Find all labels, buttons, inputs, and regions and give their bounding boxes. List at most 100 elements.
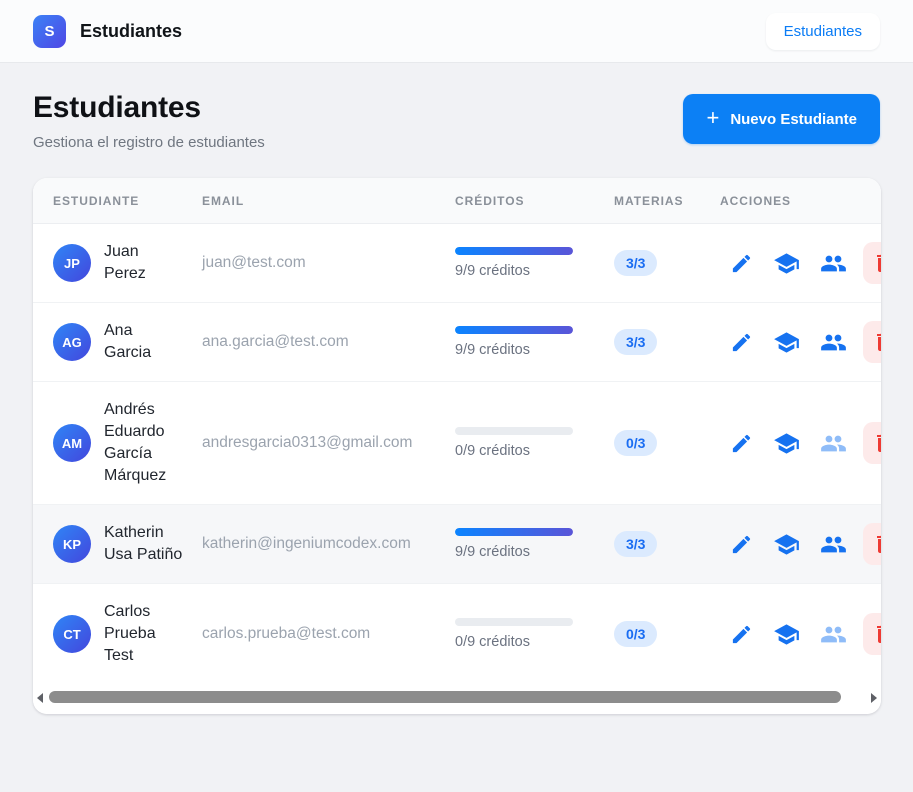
- app-title: Estudiantes: [80, 21, 182, 42]
- column-header-materias: MATERIAS: [614, 178, 720, 224]
- student-cell: KP Katherin Usa Patiño: [53, 522, 194, 566]
- graduation-cap-icon: [773, 329, 800, 356]
- actions-cell: [720, 242, 881, 284]
- scrollbar-thumb[interactable]: [49, 691, 841, 703]
- new-student-button-label: Nuevo Estudiante: [730, 111, 857, 128]
- pencil-icon: [730, 623, 753, 646]
- actions-cell: [720, 613, 881, 655]
- scroll-left-arrow[interactable]: [36, 692, 46, 702]
- delete-button[interactable]: [863, 242, 881, 284]
- delete-button[interactable]: [863, 523, 881, 565]
- avatar: CT: [53, 615, 91, 653]
- avatar: AM: [53, 424, 91, 462]
- table-row: JP Juan Perez juan@test.com 9/9 créditos…: [33, 224, 881, 303]
- credits-label: 9/9 créditos: [455, 342, 606, 358]
- actions-cell: [720, 523, 881, 565]
- student-cell: CT Carlos Prueba Test: [53, 601, 194, 667]
- student-name: Katherin Usa Patiño: [104, 522, 184, 566]
- student-email: carlos.prueba@test.com: [202, 625, 370, 642]
- main-content: Estudiantes Gestiona el registro de estu…: [0, 63, 913, 714]
- student-email: katherin@ingeniumcodex.com: [202, 535, 411, 552]
- avatar: AG: [53, 323, 91, 361]
- subjects-button[interactable]: [769, 617, 804, 652]
- materias-badge: 3/3: [614, 329, 657, 355]
- edit-button[interactable]: [726, 428, 757, 459]
- page-title: Estudiantes: [33, 91, 265, 125]
- subjects-button[interactable]: [769, 325, 804, 360]
- column-header-acciones: ACCIONES: [720, 178, 881, 224]
- page-subtitle: Gestiona el registro de estudiantes: [33, 134, 265, 151]
- classmates-button[interactable]: [816, 527, 851, 562]
- edit-button[interactable]: [726, 248, 757, 279]
- credits-label: 0/9 créditos: [455, 634, 606, 650]
- trash-icon: [872, 622, 881, 646]
- classmates-button[interactable]: [816, 426, 851, 461]
- subjects-button[interactable]: [769, 246, 804, 281]
- students-table-card: ESTUDIANTE EMAIL CRÉDITOS MATERIAS ACCIO…: [33, 178, 881, 714]
- scroll-right-arrow[interactable]: [868, 692, 878, 702]
- graduation-cap-icon: [773, 430, 800, 457]
- actions-cell: [720, 321, 881, 363]
- credits-label: 9/9 créditos: [455, 263, 606, 279]
- student-cell: JP Juan Perez: [53, 241, 194, 285]
- trash-icon: [872, 330, 881, 354]
- table-row: AM Andrés Eduardo García Márquez andresg…: [33, 382, 881, 505]
- credits-progress-bar: [455, 247, 573, 255]
- student-cell: AM Andrés Eduardo García Márquez: [53, 399, 194, 487]
- people-icon: [820, 531, 847, 558]
- credits-label: 0/9 créditos: [455, 443, 606, 459]
- plus-icon: +: [706, 107, 719, 129]
- student-name: Ana Garcia: [104, 320, 184, 364]
- classmates-button[interactable]: [816, 617, 851, 652]
- trash-icon: [872, 431, 881, 455]
- trash-icon: [872, 532, 881, 556]
- brand: S Estudiantes: [33, 15, 182, 48]
- subjects-button[interactable]: [769, 426, 804, 461]
- page-head: Estudiantes Gestiona el registro de estu…: [33, 91, 880, 151]
- people-icon: [820, 621, 847, 648]
- subjects-button[interactable]: [769, 527, 804, 562]
- edit-button[interactable]: [726, 619, 757, 650]
- avatar: JP: [53, 244, 91, 282]
- credits-progress-bar: [455, 618, 573, 626]
- scrollbar-track[interactable]: [49, 691, 865, 703]
- column-header-email: EMAIL: [202, 178, 455, 224]
- actions-cell: [720, 422, 881, 464]
- delete-button[interactable]: [863, 613, 881, 655]
- student-name: Carlos Prueba Test: [104, 601, 184, 667]
- table-row: CT Carlos Prueba Test carlos.prueba@test…: [33, 584, 881, 685]
- materias-badge: 0/3: [614, 430, 657, 456]
- table-header-row: ESTUDIANTE EMAIL CRÉDITOS MATERIAS ACCIO…: [33, 178, 881, 224]
- student-email: andresgarcia0313@gmail.com: [202, 434, 412, 451]
- nav-estudiantes-button[interactable]: Estudiantes: [766, 13, 880, 50]
- students-table: ESTUDIANTE EMAIL CRÉDITOS MATERIAS ACCIO…: [33, 178, 881, 684]
- delete-button[interactable]: [863, 321, 881, 363]
- table-scroll-viewport: ESTUDIANTE EMAIL CRÉDITOS MATERIAS ACCIO…: [33, 178, 881, 684]
- people-icon: [820, 250, 847, 277]
- pencil-icon: [730, 252, 753, 275]
- credits-progress-bar: [455, 326, 573, 334]
- student-email: juan@test.com: [202, 254, 306, 271]
- column-header-creditos: CRÉDITOS: [455, 178, 614, 224]
- edit-button[interactable]: [726, 327, 757, 358]
- graduation-cap-icon: [773, 531, 800, 558]
- credits-progress-fill: [455, 326, 573, 334]
- classmates-button[interactable]: [816, 325, 851, 360]
- app-logo: S: [33, 15, 66, 48]
- column-header-estudiante: ESTUDIANTE: [33, 178, 202, 224]
- student-cell: AG Ana Garcia: [53, 320, 194, 364]
- table-row: AG Ana Garcia ana.garcia@test.com 9/9 cr…: [33, 303, 881, 382]
- student-name: Andrés Eduardo García Márquez: [104, 399, 184, 487]
- classmates-button[interactable]: [816, 246, 851, 281]
- credits-progress-bar: [455, 528, 573, 536]
- edit-button[interactable]: [726, 529, 757, 560]
- delete-button[interactable]: [863, 422, 881, 464]
- new-student-button[interactable]: + Nuevo Estudiante: [683, 94, 880, 144]
- horizontal-scrollbar: [33, 684, 881, 714]
- pencil-icon: [730, 432, 753, 455]
- people-icon: [820, 430, 847, 457]
- trash-icon: [872, 251, 881, 275]
- page-head-text: Estudiantes Gestiona el registro de estu…: [33, 91, 265, 151]
- graduation-cap-icon: [773, 621, 800, 648]
- materias-badge: 3/3: [614, 531, 657, 557]
